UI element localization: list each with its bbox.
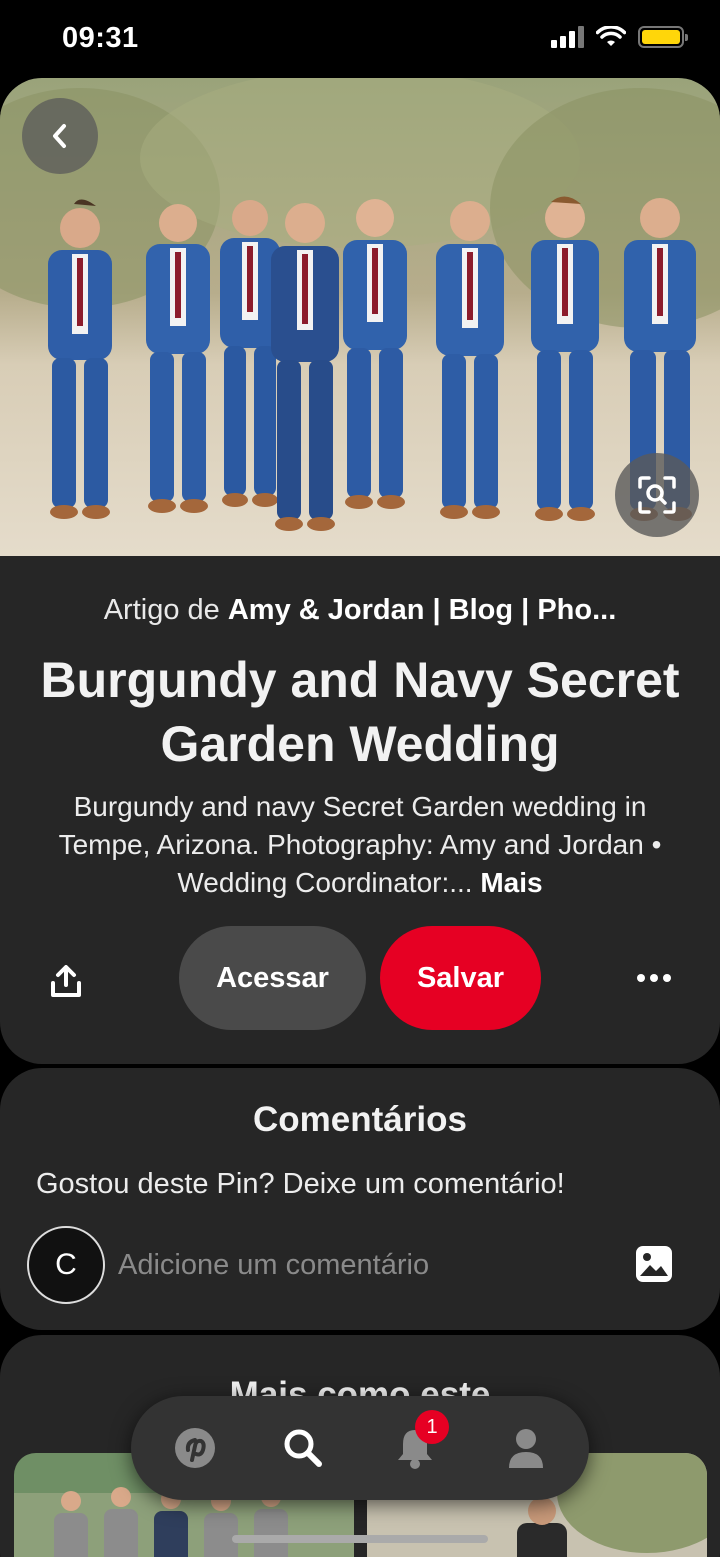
share-button[interactable] xyxy=(40,956,92,1008)
pin-actions: Acessar Salvar xyxy=(0,926,720,1030)
more-link[interactable]: Mais xyxy=(480,867,542,898)
pin-source[interactable]: Artigo de Amy & Jordan | Blog | Pho... xyxy=(0,594,720,627)
profile-icon xyxy=(509,1429,543,1468)
home-indicator xyxy=(232,1535,488,1543)
pin-description: Burgundy and navy Secret Garden wedding … xyxy=(30,788,690,902)
nav-profile[interactable] xyxy=(500,1422,552,1474)
source-prefix: Artigo de xyxy=(103,594,220,626)
comments-section: Comentários Gostou deste Pin? Deixe um c… xyxy=(0,1068,720,1330)
image-attach-icon[interactable] xyxy=(634,1244,674,1284)
pinterest-home-icon xyxy=(175,1428,215,1468)
signal-icon xyxy=(551,26,584,48)
visit-button[interactable]: Acessar xyxy=(179,926,366,1030)
visual-search-button[interactable] xyxy=(615,453,699,537)
chevron-left-icon xyxy=(53,124,66,148)
comments-prompt: Gostou deste Pin? Deixe um comentário! xyxy=(36,1168,565,1200)
status-time: 09:31 xyxy=(62,22,139,54)
dot-icon xyxy=(650,974,658,982)
pin-title: Burgundy and Navy Secret Garden Wedding xyxy=(40,652,680,772)
pin-card: Artigo de Amy & Jordan | Blog | Pho... B… xyxy=(0,78,720,1064)
battery-icon xyxy=(638,26,688,48)
wifi-icon xyxy=(596,26,626,46)
share-icon xyxy=(51,965,81,997)
dot-icon xyxy=(637,974,645,982)
more-options-button[interactable] xyxy=(630,958,678,998)
source-name[interactable]: Amy & Jordan | Blog | Pho... xyxy=(228,594,616,626)
pin-image[interactable] xyxy=(0,78,720,556)
comment-input[interactable] xyxy=(118,1244,598,1286)
notification-badge: 1 xyxy=(415,1410,449,1444)
bottom-nav: 1 xyxy=(131,1396,589,1500)
dot-icon xyxy=(663,974,671,982)
description-text: Burgundy and navy Secret Garden wedding … xyxy=(58,791,662,898)
search-icon xyxy=(284,1429,322,1467)
back-button[interactable] xyxy=(22,98,98,174)
lens-search-icon xyxy=(638,476,676,514)
nav-search[interactable] xyxy=(277,1422,329,1474)
comments-title: Comentários xyxy=(253,1100,467,1139)
nav-home[interactable] xyxy=(169,1422,221,1474)
status-icons xyxy=(551,26,688,48)
save-button[interactable]: Salvar xyxy=(380,926,541,1030)
status-bar: 09:31 xyxy=(0,0,720,78)
avatar[interactable]: C xyxy=(27,1226,105,1304)
